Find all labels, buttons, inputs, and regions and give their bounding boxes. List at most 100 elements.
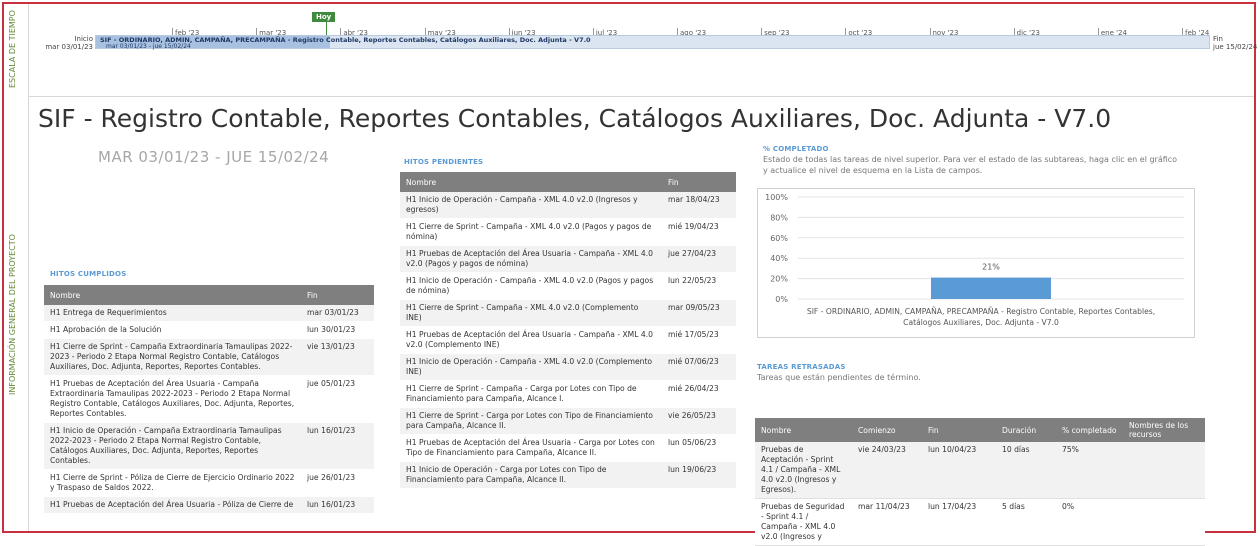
table-row[interactable]: H1 Inicio de Operación - Carga por Lotes… xyxy=(400,461,736,489)
chart-category-label: Catálogos Auxiliares, Doc. Adjunta - V7.… xyxy=(903,318,1059,327)
table-row[interactable]: H1 Aprobación de la Solución lun 30/01/23 xyxy=(44,321,374,339)
table-cell: mar 09/05/23 xyxy=(662,299,736,327)
column-header-nombre: Nombre xyxy=(44,285,301,305)
completado-label: % COMPLETADO xyxy=(763,145,829,153)
hitos-cumplidos-table: Nombre Fin H1 Entrega de Requerimientos m… xyxy=(44,285,374,514)
table-row[interactable]: H1 Entrega de Requerimientos mar 03/01/23 xyxy=(44,305,374,322)
project-dates: MAR 03/01/23 - JUE 15/02/24 xyxy=(98,148,330,166)
timeline-start-label: Inicio xyxy=(74,35,93,43)
table-row[interactable]: H1 Inicio de Operación - Campaña - XML 4… xyxy=(400,272,736,300)
table-row[interactable]: H1 Pruebas de Aceptación del Área Usuari… xyxy=(44,496,374,514)
table-row[interactable]: H1 Pruebas de Aceptación del Área Usuari… xyxy=(400,326,736,354)
table-cell: H1 Pruebas de Aceptación del Área Usuari… xyxy=(400,326,662,354)
table-cell: 75% xyxy=(1056,442,1123,499)
page-title: SIF - Registro Contable, Reportes Contab… xyxy=(38,104,1112,133)
table-cell: H1 Cierre de Sprint - Póliza de Cierre d… xyxy=(44,469,301,497)
table-cell: mar 03/01/23 xyxy=(301,305,374,322)
table-row[interactable]: H1 Inicio de Operación - Campaña Extraor… xyxy=(44,422,374,470)
table-cell: Pruebas de Aceptación - Sprint 4.1 / Cam… xyxy=(755,442,852,499)
timeline-end-label: Fin xyxy=(1213,35,1223,43)
timeline-bar-dates: mar 03/01/23 - jue 15/02/24 xyxy=(106,43,191,50)
table-cell: lun 22/05/23 xyxy=(662,272,736,300)
table-cell: H1 Cierre de Sprint - Campaña - XML 4.0 … xyxy=(400,299,662,327)
table-row[interactable]: H1 Pruebas de Aceptación del Área Usuari… xyxy=(400,434,736,462)
column-header-comienzo: Comienzo xyxy=(852,418,922,442)
table-cell: lun 30/01/23 xyxy=(301,321,374,339)
chart-y-tick-label: 100% xyxy=(765,193,788,202)
tareas-retrasadas-table: Nombre Comienzo Fin Duración % completad… xyxy=(755,418,1205,546)
table-cell: 10 días xyxy=(996,442,1056,499)
hitos-pendientes-table: Nombre Fin H1 Inicio de Operación - Camp… xyxy=(400,172,736,489)
table-cell: H1 Inicio de Operación - Campaña - XML 4… xyxy=(400,353,662,381)
table-cell: lun 16/01/23 xyxy=(301,422,374,470)
table-row[interactable]: H1 Inicio de Operación - Campaña - XML 4… xyxy=(400,192,736,219)
chart-svg: 0% 20% 40% 60% 80% 100% 21% SIF - ORDINARIO, AD… xyxy=(765,193,1184,327)
table-cell: jue 27/04/23 xyxy=(662,245,736,273)
table-row[interactable]: H1 Cierre de Sprint - Campaña - XML 4.0 … xyxy=(400,299,736,327)
table-cell: mié 17/05/23 xyxy=(662,326,736,354)
hitos-cumplidos-label: HITOS CUMPLIDOS xyxy=(50,270,127,278)
table-cell: H1 Pruebas de Aceptación del Área Usuari… xyxy=(400,245,662,273)
table-cell: H1 Pruebas de Aceptación del Área Usuari… xyxy=(400,434,662,462)
vertical-divider xyxy=(28,4,29,531)
table-cell: H1 Inicio de Operación - Carga por Lotes… xyxy=(400,461,662,489)
chart-bar[interactable] xyxy=(931,277,1051,299)
table-cell: lun 10/04/23 xyxy=(922,442,996,499)
table-cell: H1 Cierre de Sprint - Campaña - Carga po… xyxy=(400,380,662,408)
column-header-duracion: Duración xyxy=(996,418,1056,442)
table-row[interactable]: Pruebas de Seguridad - Sprint 4.1 / Camp… xyxy=(755,498,1205,546)
percent-complete-chart[interactable]: 0% 20% 40% 60% 80% 100% 21% SIF - ORDINARIO, AD… xyxy=(757,188,1195,338)
table-cell: vie 13/01/23 xyxy=(301,338,374,376)
table-cell: H1 Pruebas de Aceptación del Área Usuari… xyxy=(44,496,301,514)
chart-category-label: SIF - ORDINARIO, ADMIN, CAMPAÑA, PRECAMP… xyxy=(807,307,1155,316)
timeline-end: Fin jue 15/02/24 xyxy=(1213,35,1257,51)
table-row[interactable]: H1 Cierre de Sprint - Campaña Extraordin… xyxy=(44,338,374,376)
table-cell: lun 16/01/23 xyxy=(301,496,374,514)
table-cell: H1 Cierre de Sprint - Campaña - XML 4.0 … xyxy=(400,218,662,246)
table-row[interactable]: Pruebas de Aceptación - Sprint 4.1 / Cam… xyxy=(755,442,1205,499)
chart-y-tick-label: 0% xyxy=(775,295,788,304)
timeline-end-date: jue 15/02/24 xyxy=(1213,43,1258,51)
table-cell: lun 05/06/23 xyxy=(662,434,736,462)
table-cell: jue 05/01/23 xyxy=(301,375,374,423)
table-cell xyxy=(1123,498,1205,546)
column-header-recursos: Nombres de los recursos xyxy=(1123,418,1205,442)
table-cell: mié 19/04/23 xyxy=(662,218,736,246)
today-marker: Hoy xyxy=(312,12,336,22)
column-header-fin: Fin xyxy=(301,285,374,305)
table-row[interactable]: H1 Cierre de Sprint - Póliza de Cierre d… xyxy=(44,469,374,497)
completado-description: Estado de todas las tareas de nivel supe… xyxy=(763,155,1178,175)
column-header-fin: Fin xyxy=(922,418,996,442)
table-row[interactable]: H1 Cierre de Sprint - Campaña - XML 4.0 … xyxy=(400,218,736,246)
column-header-nombre: Nombre xyxy=(400,172,662,192)
overview-section-label: INFORMACIÓN GENERAL DEL PROYECTO xyxy=(8,234,17,396)
horizontal-divider xyxy=(28,96,1254,97)
table-cell: mié 07/06/23 xyxy=(662,353,736,381)
table-cell: Pruebas de Seguridad - Sprint 4.1 / Camp… xyxy=(755,498,852,546)
table-cell: 0% xyxy=(1056,498,1123,546)
table-row[interactable]: H1 Inicio de Operación - Campaña - XML 4… xyxy=(400,353,736,381)
table-cell: H1 Cierre de Sprint - Carga por Lotes co… xyxy=(400,407,662,435)
table-cell: mar 11/04/23 xyxy=(852,498,922,546)
table-row[interactable]: H1 Pruebas de Aceptación del Área Usuari… xyxy=(44,375,374,423)
table-cell: lun 19/06/23 xyxy=(662,461,736,489)
timeline-project-bar[interactable]: SIF - ORDINARIO, ADMIN, CAMPAÑA, PRECAMP… xyxy=(95,35,1210,50)
timeline-section-label: ESCALA DE TIEMPO xyxy=(8,10,17,88)
table-cell: 5 días xyxy=(996,498,1056,546)
table-cell: H1 Inicio de Operación - Campaña - XML 4… xyxy=(400,272,662,300)
timeline-start-date: mar 03/01/23 xyxy=(45,43,93,51)
table-cell: vie 24/03/23 xyxy=(852,442,922,499)
chart-y-tick-label: 60% xyxy=(770,234,788,243)
chart-y-tick-label: 20% xyxy=(770,275,788,284)
table-cell: H1 Pruebas de Aceptación del Área Usuari… xyxy=(44,375,301,423)
table-cell: H1 Entrega de Requerimientos xyxy=(44,305,301,322)
column-header-fin: Fin xyxy=(662,172,736,192)
table-row[interactable]: H1 Cierre de Sprint - Campaña - Carga po… xyxy=(400,380,736,408)
table-cell: H1 Aprobación de la Solución xyxy=(44,321,301,339)
table-cell: vie 26/05/23 xyxy=(662,407,736,435)
table-row[interactable]: H1 Cierre de Sprint - Carga por Lotes co… xyxy=(400,407,736,435)
table-row[interactable]: H1 Pruebas de Aceptación del Área Usuari… xyxy=(400,245,736,273)
chart-y-tick-label: 80% xyxy=(770,213,788,222)
chart-y-tick-label: 40% xyxy=(770,254,788,263)
timeline-start: Inicio mar 03/01/23 xyxy=(45,35,93,51)
